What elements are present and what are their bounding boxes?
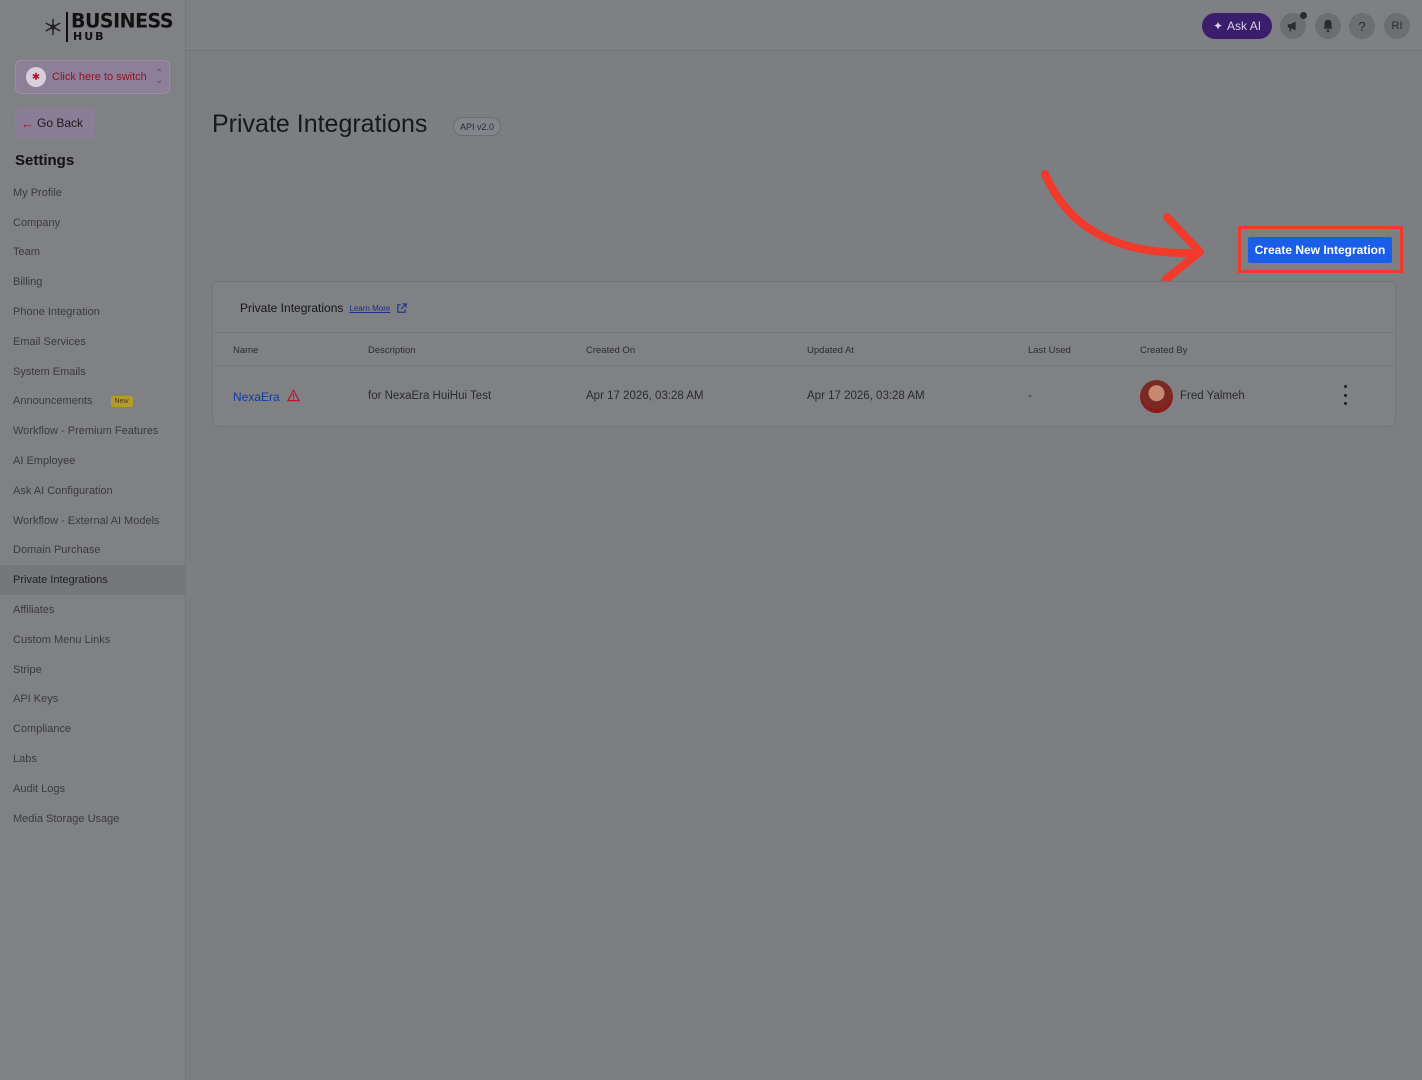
learn-more-link[interactable]: Learn More bbox=[349, 304, 390, 313]
column-header-updated-at: Updated At bbox=[807, 345, 855, 356]
row-actions-kebab-icon[interactable] bbox=[1342, 385, 1348, 405]
sidebar-item-custom-menu-links[interactable]: Custom Menu Links bbox=[0, 625, 186, 655]
help-icon: ? bbox=[1358, 18, 1366, 34]
integration-last-used: - bbox=[1028, 390, 1032, 402]
table-header: Name Description Created On Updated At L… bbox=[213, 332, 1395, 366]
sidebar-item-ai-employee[interactable]: AI Employee bbox=[0, 446, 186, 476]
sidebar-item-team[interactable]: Team bbox=[0, 238, 186, 268]
warning-icon bbox=[287, 389, 300, 402]
integration-description: for NexaEra HuiHui Test bbox=[368, 390, 492, 402]
ask-ai-label: Ask AI bbox=[1227, 19, 1262, 33]
chevron-up-down-icon: ⌃ ⌄ bbox=[154, 68, 164, 86]
new-badge: New bbox=[110, 395, 133, 407]
arrow-left-icon: ← bbox=[21, 115, 34, 131]
brand-line2: HUB bbox=[73, 30, 106, 43]
sidebar-item-email-services[interactable]: Email Services bbox=[0, 327, 186, 357]
switcher-label: Click here to switch bbox=[52, 71, 147, 83]
creator-avatar bbox=[1140, 380, 1173, 413]
user-avatar-button[interactable]: RI bbox=[1384, 13, 1410, 39]
card-title: Private Integrations bbox=[240, 301, 344, 315]
column-header-created-by: Created By bbox=[1140, 345, 1188, 356]
external-link-icon[interactable] bbox=[396, 302, 407, 314]
sidebar-item-system-emails[interactable]: System Emails bbox=[0, 357, 186, 387]
account-switcher[interactable]: ✱ Click here to switch ⌃ ⌄ bbox=[15, 60, 170, 94]
sidebar-item-private-integrations[interactable]: Private Integrations bbox=[0, 565, 186, 596]
sidebar-item-affiliates[interactable]: Affiliates bbox=[0, 595, 186, 625]
sidebar-item-workflow-external-ai[interactable]: Workflow - External AI Models bbox=[0, 506, 186, 536]
brand-line1: BUSINESS bbox=[71, 9, 174, 33]
sidebar-item-company[interactable]: Company bbox=[0, 208, 186, 238]
integration-updated-at: Apr 17 2026, 03:28 AM bbox=[807, 390, 925, 402]
sidebar-item-stripe[interactable]: Stripe bbox=[0, 655, 186, 685]
announcements-button[interactable] bbox=[1280, 12, 1307, 39]
user-initials: RI bbox=[1391, 20, 1403, 32]
go-back-button[interactable]: ← Go Back bbox=[15, 108, 95, 138]
go-back-label: Go Back bbox=[37, 116, 84, 130]
megaphone-icon bbox=[1287, 21, 1296, 32]
sidebar-item-announcements[interactable]: Announcements New bbox=[0, 387, 186, 417]
sidebar-item-phone-integration[interactable]: Phone Integration bbox=[0, 297, 186, 327]
integrations-card: Private Integrations Learn More Name Des… bbox=[212, 281, 1396, 427]
column-header-description: Description bbox=[368, 345, 416, 356]
snowflake-logo-icon bbox=[45, 18, 61, 36]
sidebar-item-billing[interactable]: Billing bbox=[0, 267, 186, 297]
create-new-integration-button[interactable]: Create New Integration bbox=[1248, 237, 1392, 263]
sidebar-item-workflow-premium[interactable]: Workflow - Premium Features bbox=[0, 416, 186, 446]
integration-created-on: Apr 17 2026, 03:28 AM bbox=[586, 390, 704, 402]
brand-logo[interactable]: BUSINESS HUB bbox=[44, 9, 174, 43]
help-button[interactable]: ? bbox=[1349, 13, 1375, 39]
settings-nav: My Profile Company Team Billing Phone In… bbox=[0, 178, 186, 834]
integration-created-by: Fred Yalmeh bbox=[1180, 390, 1245, 402]
sidebar-item-labs[interactable]: Labs bbox=[0, 744, 186, 774]
column-header-last-used: Last Used bbox=[1028, 345, 1071, 356]
column-header-created-on: Created On bbox=[586, 345, 636, 356]
sparkle-icon: ✦ bbox=[1212, 19, 1224, 33]
ask-ai-button[interactable]: ✦ Ask AI bbox=[1202, 13, 1272, 39]
column-header-name: Name bbox=[233, 345, 259, 356]
integration-name-link[interactable]: NexaEra bbox=[233, 390, 280, 404]
notifications-button[interactable] bbox=[1315, 13, 1341, 39]
sidebar-item-media-storage-usage[interactable]: Media Storage Usage bbox=[0, 804, 186, 834]
sidebar-item-ask-ai-configuration[interactable]: Ask AI Configuration bbox=[0, 476, 186, 506]
annotation-arrow-icon bbox=[1041, 170, 1204, 284]
sidebar-item-audit-logs[interactable]: Audit Logs bbox=[0, 774, 186, 804]
settings-heading: Settings bbox=[15, 152, 75, 169]
unread-dot bbox=[1300, 12, 1307, 19]
sidebar-item-domain-purchase[interactable]: Domain Purchase bbox=[0, 536, 186, 566]
sidebar-item-my-profile[interactable]: My Profile bbox=[0, 178, 186, 208]
bell-icon bbox=[1323, 19, 1333, 33]
api-version-badge: API v2.0 bbox=[453, 117, 502, 136]
sidebar-item-compliance[interactable]: Compliance bbox=[0, 714, 186, 744]
page-title: Private Integrations bbox=[212, 110, 428, 138]
location-icon: ✱ bbox=[26, 67, 46, 87]
table-row: NexaEra for NexaEra HuiHui Test Apr 17 2… bbox=[213, 367, 1395, 427]
sidebar: BUSINESS HUB ✱ Click here to switch ⌃ ⌄ ←… bbox=[0, 0, 186, 1080]
sidebar-item-api-keys[interactable]: API Keys bbox=[0, 685, 186, 715]
